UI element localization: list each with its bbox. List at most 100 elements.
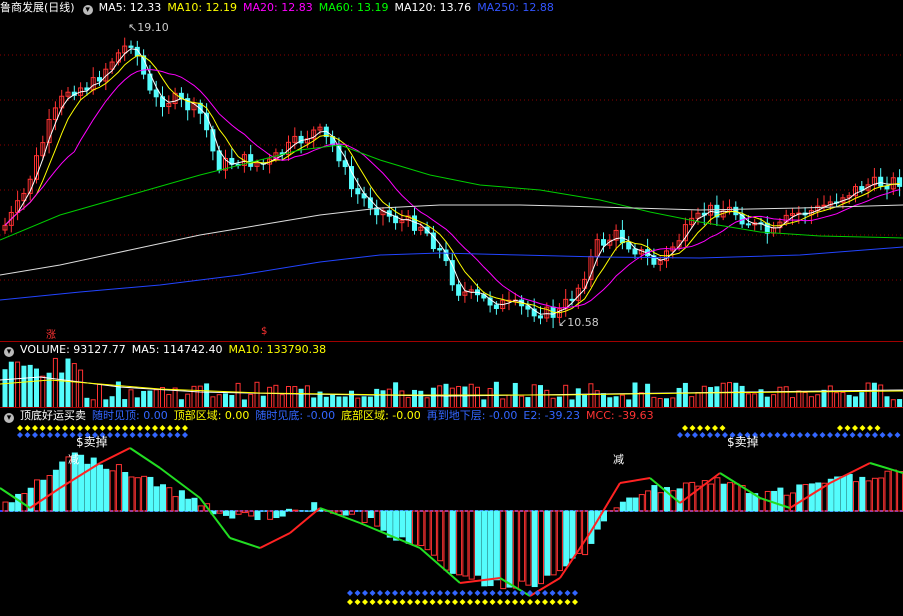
settings-icon[interactable]: ▾ — [4, 413, 14, 423]
histogram-bar — [809, 484, 814, 511]
volume-bar — [564, 385, 568, 408]
indicator-item-4: 再到地下层: -0.00 — [427, 409, 518, 422]
signal-line — [200, 498, 230, 538]
histogram-bar — [98, 465, 103, 511]
volume-bar — [66, 359, 70, 408]
histogram-bar — [583, 511, 588, 555]
top-marker — [145, 425, 151, 431]
histogram-bar — [690, 482, 695, 511]
bottom-marker — [437, 599, 443, 605]
histogram-bar — [728, 483, 733, 511]
volume-bar — [387, 389, 391, 408]
top-marker — [860, 425, 866, 431]
histogram-bar — [135, 478, 140, 511]
histogram-bar — [488, 511, 493, 586]
histogram-bar — [192, 498, 197, 511]
histogram-bar — [847, 474, 852, 511]
volume-panel[interactable]: ▾VOLUME: 93127.77MA5: 114742.40MA10: 133… — [0, 341, 903, 408]
histogram-bar — [343, 511, 348, 515]
top-marker — [182, 432, 188, 438]
volume-bar — [205, 384, 209, 408]
histogram-bar — [167, 488, 172, 511]
volume-header: ▾VOLUME: 93127.77MA5: 114742.40MA10: 133… — [0, 342, 332, 358]
bottom-marker — [497, 590, 503, 596]
bottom-marker — [505, 599, 511, 605]
volume-bar — [513, 383, 517, 408]
indicator-panel[interactable]: ▾顶底好运买卖随时见顶: 0.00顶部区域: 0.00随时见底: -0.00底部… — [0, 407, 903, 616]
histogram-bar — [368, 511, 373, 518]
top-marker — [682, 425, 688, 431]
volume-bar — [148, 391, 152, 408]
candle-body — [211, 130, 215, 151]
histogram-bar — [381, 511, 386, 530]
top-marker — [677, 432, 683, 438]
top-marker — [160, 432, 166, 438]
histogram-bar — [539, 511, 544, 584]
histogram-bar — [885, 471, 890, 511]
histogram-bar — [104, 469, 109, 511]
volume-bar — [217, 395, 221, 408]
volume-bar — [595, 391, 599, 408]
volume-bar — [293, 387, 297, 408]
top-marker — [47, 432, 53, 438]
histogram-bar — [746, 494, 751, 511]
candle-body — [633, 249, 637, 254]
histogram-bar — [476, 511, 481, 575]
volume-bar — [532, 385, 536, 408]
signal-line — [460, 578, 500, 583]
bottom-marker — [415, 590, 421, 596]
volume-bar — [866, 383, 870, 408]
dollar-marker: $ — [261, 326, 267, 337]
top-marker — [167, 425, 173, 431]
histogram-bar — [564, 511, 569, 566]
volume-bar — [350, 391, 354, 408]
candle-body — [898, 178, 902, 187]
price-panel[interactable]: 鲁商发展(日线)▾MA5: 12.33MA10: 12.19MA20: 12.8… — [0, 0, 903, 340]
histogram-bar — [123, 473, 128, 511]
settings-icon[interactable]: ▾ — [83, 5, 93, 15]
top-marker — [850, 432, 856, 438]
histogram-bar — [507, 511, 512, 587]
sell-signal-1: $卖掉 — [76, 433, 108, 450]
indicator-chart[interactable] — [0, 408, 903, 616]
histogram-bar — [501, 511, 506, 589]
top-marker — [857, 432, 863, 438]
volume-bar — [778, 387, 782, 408]
histogram-bar — [110, 471, 115, 511]
volume-bar — [60, 373, 64, 408]
histogram-bar — [148, 477, 153, 511]
high-price-label: ↖19.10 — [128, 21, 169, 34]
candle-body — [602, 240, 606, 246]
volume-bar — [696, 393, 700, 408]
indicator-item-0: 随时见顶: 0.00 — [92, 409, 168, 422]
top-marker — [790, 432, 796, 438]
bottom-marker — [445, 599, 451, 605]
volume-bar — [22, 366, 26, 408]
histogram-bar — [375, 511, 380, 526]
histogram-bar — [854, 482, 859, 511]
bottom-marker — [490, 590, 496, 596]
volume-bar — [539, 386, 543, 408]
histogram-bar — [154, 487, 159, 511]
indicator-header: ▾顶底好运买卖随时见顶: 0.00顶部区域: 0.00随时见底: -0.00底部… — [0, 408, 660, 424]
volume-bar — [161, 388, 165, 408]
top-marker — [40, 425, 46, 431]
histogram-bar — [413, 511, 418, 545]
histogram-bar — [520, 511, 525, 581]
histogram-bar — [778, 488, 783, 511]
volume-bar — [476, 387, 480, 408]
volume-bar — [154, 390, 158, 408]
bottom-marker — [385, 590, 391, 596]
histogram-bar — [652, 486, 657, 511]
top-marker — [40, 432, 46, 438]
bottom-marker — [362, 599, 368, 605]
candlestick-chart[interactable] — [0, 0, 903, 340]
top-marker — [700, 432, 706, 438]
volume-bar — [822, 390, 826, 408]
top-marker — [77, 425, 83, 431]
histogram-bar — [224, 511, 229, 515]
indicator-item-1: 顶部区域: 0.00 — [174, 409, 250, 422]
bottom-marker — [437, 590, 443, 596]
settings-icon[interactable]: ▾ — [4, 347, 14, 357]
histogram-bar — [394, 511, 399, 540]
